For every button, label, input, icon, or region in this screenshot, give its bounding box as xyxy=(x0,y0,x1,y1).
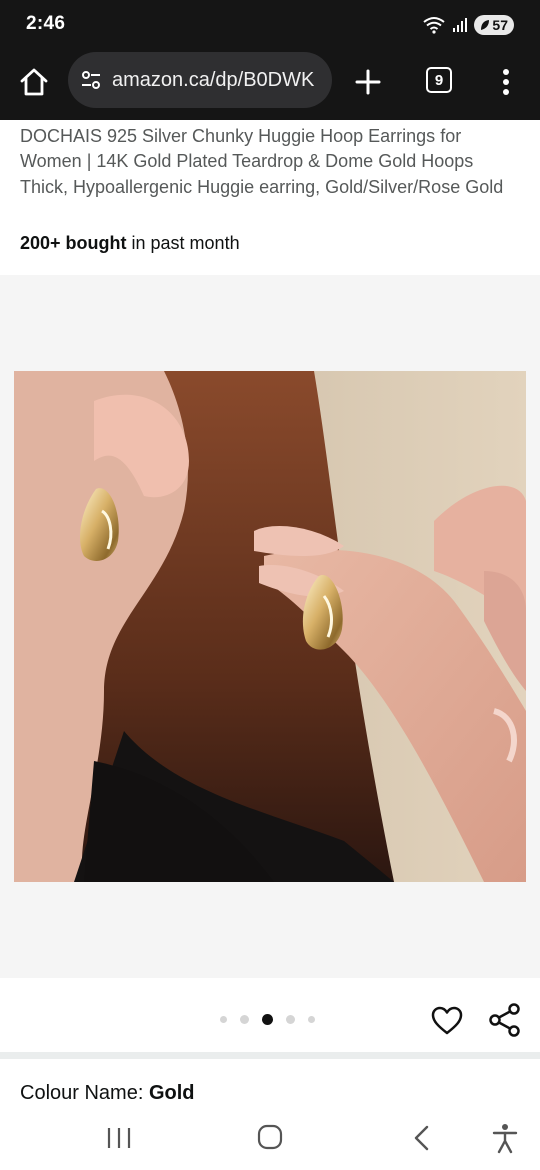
product-title[interactable]: DOCHAIS 925 Silver Chunky Huggie Hoop Ea… xyxy=(20,124,525,200)
heart-icon[interactable] xyxy=(430,1004,464,1038)
accessibility-icon[interactable] xyxy=(490,1122,520,1154)
site-settings-icon[interactable] xyxy=(80,69,102,91)
product-image[interactable] xyxy=(14,371,526,882)
colour-value: Gold xyxy=(148,1082,195,1104)
status-bar: 2:46 57 xyxy=(0,0,540,50)
colour-selection: Colour Name: Gold xyxy=(20,1082,194,1105)
recents-icon[interactable] xyxy=(104,1126,134,1150)
bought-count: 200+ bought in past month xyxy=(20,233,240,254)
system-nav-bar xyxy=(0,1108,540,1170)
home-circle-icon[interactable] xyxy=(257,1124,283,1150)
gallery-dot-active[interactable] xyxy=(262,1014,273,1025)
bought-count-rest: in past month xyxy=(126,233,240,253)
home-icon[interactable] xyxy=(18,66,50,98)
address-bar[interactable]: amazon.ca/dp/B0DWK xyxy=(68,52,332,108)
gallery-controls xyxy=(0,978,540,1052)
plus-icon[interactable] xyxy=(352,66,384,98)
back-icon[interactable] xyxy=(410,1124,432,1152)
colour-label: Colour Name: xyxy=(20,1082,149,1104)
gallery-dot[interactable] xyxy=(220,1016,227,1023)
tab-count: 9 xyxy=(434,71,444,89)
gallery-dot[interactable] xyxy=(286,1015,295,1024)
product-photo xyxy=(14,371,526,882)
status-time: 2:46 xyxy=(26,13,66,34)
status-icons: 57 xyxy=(422,14,514,36)
image-gallery[interactable] xyxy=(0,275,540,978)
more-vert-icon[interactable] xyxy=(494,66,518,98)
gallery-dots xyxy=(220,1014,315,1025)
tabs-icon[interactable]: 9 xyxy=(426,67,452,93)
battery-level: 57 xyxy=(492,17,508,33)
gallery-dot[interactable] xyxy=(308,1016,315,1023)
section-divider xyxy=(0,1052,540,1059)
browser-toolbar: amazon.ca/dp/B0DWK 9 xyxy=(0,50,540,120)
bought-count-bold: 200+ bought xyxy=(20,233,127,253)
battery-indicator: 57 xyxy=(474,15,514,35)
wifi-icon xyxy=(423,17,446,34)
gallery-dot[interactable] xyxy=(240,1015,249,1024)
battery-saver-icon xyxy=(481,20,490,30)
url-text[interactable]: amazon.ca/dp/B0DWK xyxy=(112,69,314,92)
share-icon[interactable] xyxy=(488,1002,522,1038)
signal-icon xyxy=(453,18,468,32)
